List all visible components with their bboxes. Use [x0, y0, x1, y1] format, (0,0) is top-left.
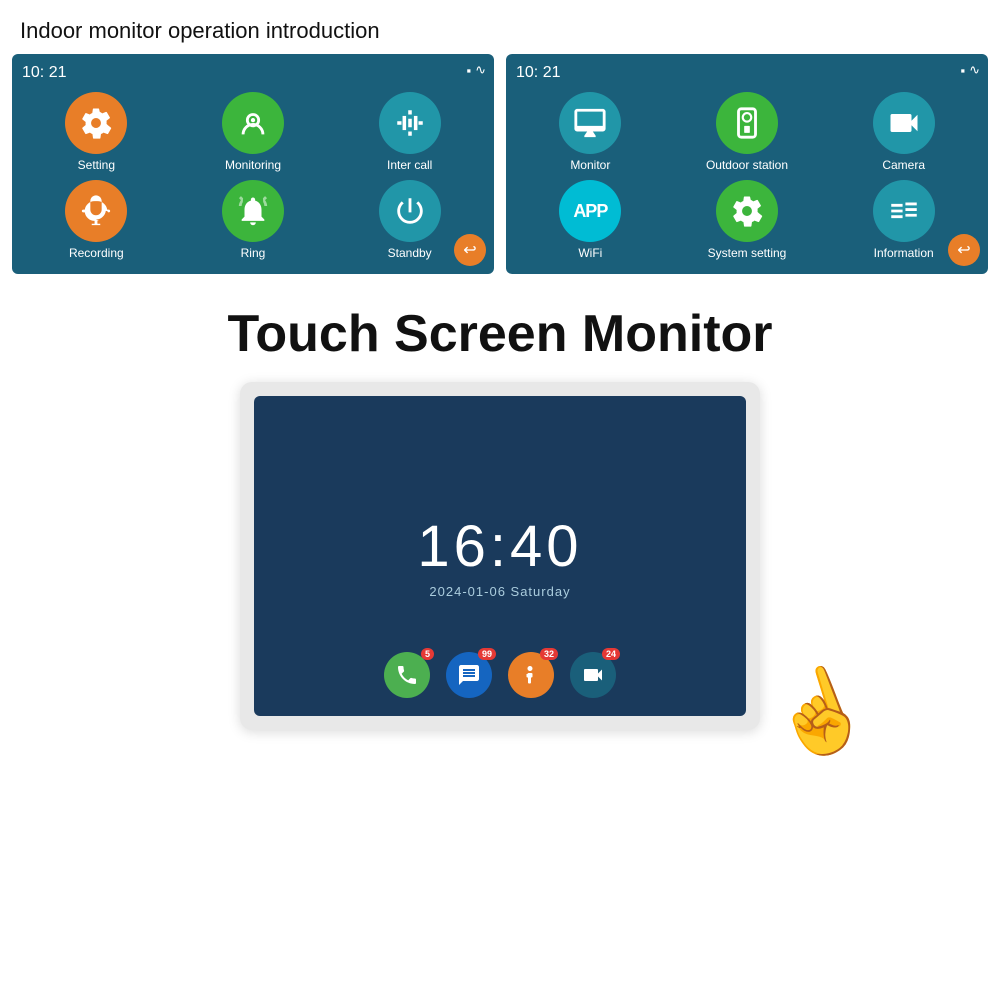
monitor-device: 16:40 2024-01-06 Saturday 5 [240, 382, 760, 730]
back-btn-2[interactable]: ↩ [948, 234, 980, 266]
systemsetting-circle [716, 180, 778, 242]
icon-outdoor[interactable]: Outdoor station [673, 92, 822, 172]
intercall-label: Inter call [387, 158, 432, 172]
page-title: Indoor monitor operation introduction [0, 0, 1000, 54]
camera-label: Camera [882, 158, 925, 172]
panel2-time: 10: 21 [516, 64, 978, 82]
phone-icon-wrap[interactable]: 5 [384, 652, 430, 698]
icon-setting[interactable]: Setting [22, 92, 171, 172]
recording-label: Recording [69, 246, 124, 260]
setting-label: Setting [78, 158, 115, 172]
status-icons-1: ▪ ∿ [466, 62, 486, 78]
monitor-circle [559, 92, 621, 154]
icon-camera[interactable]: Camera [829, 92, 978, 172]
intercall-circle [379, 92, 441, 154]
person-icon-wrap[interactable]: 32 [508, 652, 554, 698]
standby-label: Standby [388, 246, 432, 260]
chat-icon-wrap[interactable]: 99 [446, 652, 492, 698]
monitoring-label: Monitoring [225, 158, 281, 172]
panel1-time: 10: 21 [22, 64, 484, 82]
standby-circle [379, 180, 441, 242]
monitoring-circle [222, 92, 284, 154]
information-label: Information [874, 246, 934, 260]
icon-recording[interactable]: Recording [22, 180, 171, 260]
monitor-bottom-icons: 5 99 [384, 652, 616, 698]
person-badge: 32 [540, 648, 558, 660]
setting-circle [65, 92, 127, 154]
outdoor-circle [716, 92, 778, 154]
recording-circle [65, 180, 127, 242]
camera-circle [873, 92, 935, 154]
sd-icon-2: ▪ [960, 63, 965, 78]
icon-systemsetting[interactable]: System setting [673, 180, 822, 260]
monitor-wrapper: 16:40 2024-01-06 Saturday 5 [240, 382, 760, 730]
top-section: ▪ ∿ 10: 21 Setting [0, 54, 1000, 274]
icon-monitoring[interactable]: Monitoring [179, 92, 328, 172]
status-icons-2: ▪ ∿ [960, 62, 980, 78]
ring-circle [222, 180, 284, 242]
outdoor-label: Outdoor station [706, 158, 788, 172]
monitor-clock: 16:40 [417, 513, 582, 580]
icon-intercall[interactable]: Inter call [335, 92, 484, 172]
phone-badge: 5 [421, 648, 434, 660]
monitor-date: 2024-01-06 Saturday [429, 584, 570, 599]
chat-badge: 99 [478, 648, 496, 660]
wifi-label: WiFi [578, 246, 602, 260]
monitor-screen: 16:40 2024-01-06 Saturday 5 [254, 396, 746, 716]
screen-panel-2: ▪ ∿ 10: 21 Monitor [506, 54, 988, 274]
panel1-grid: Setting Monitoring [22, 92, 484, 260]
video-icon-wrap[interactable]: 24 [570, 652, 616, 698]
video-badge: 24 [602, 648, 620, 660]
back-btn-1[interactable]: ↩ [454, 234, 486, 266]
icon-ring[interactable]: Ring [179, 180, 328, 260]
wifi-icon-2: ∿ [969, 62, 980, 78]
icon-wifi[interactable]: APP WiFi [516, 180, 665, 260]
wifi-circle: APP [559, 180, 621, 242]
information-circle [873, 180, 935, 242]
hand-pointer: ☝ [757, 652, 883, 774]
ring-label: Ring [241, 246, 266, 260]
icon-monitor[interactable]: Monitor [516, 92, 665, 172]
panel2-grid: Monitor Outdoor station [516, 92, 978, 260]
systemsetting-label: System setting [708, 246, 787, 260]
bottom-section: Touch Screen Monitor 16:40 2024-01-06 Sa… [0, 294, 1000, 730]
wifi-icon-1: ∿ [475, 62, 486, 78]
touch-screen-title: Touch Screen Monitor [227, 304, 772, 364]
screen-panel-1: ▪ ∿ 10: 21 Setting [12, 54, 494, 274]
monitor-label: Monitor [570, 158, 610, 172]
sd-icon: ▪ [466, 63, 471, 78]
